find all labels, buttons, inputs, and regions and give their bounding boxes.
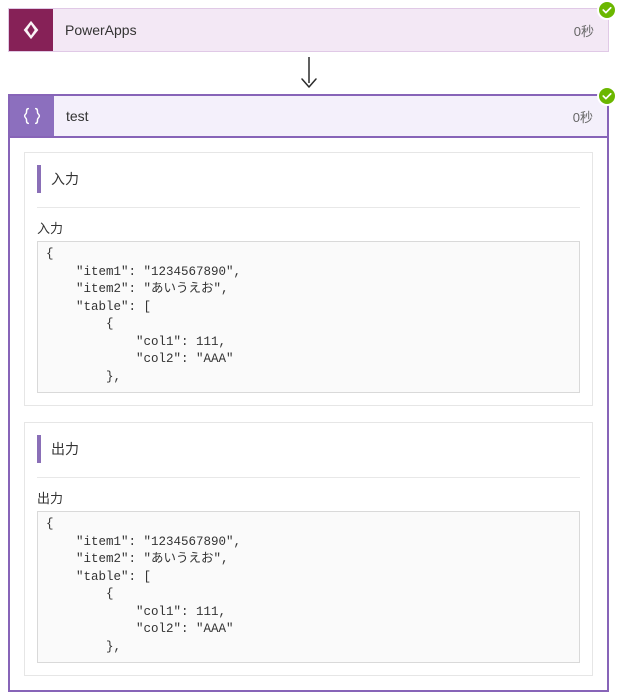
- outputs-label: 出力: [37, 488, 580, 507]
- arrow-down-icon: [297, 55, 321, 91]
- outputs-section: 出力 出力 { "item1": "1234567890", "item2": …: [24, 422, 593, 676]
- braces-icon: [21, 105, 43, 127]
- step-row: test 0秒: [8, 94, 609, 138]
- flow-step-powerapps[interactable]: PowerApps 0秒: [8, 8, 609, 52]
- divider: [37, 207, 580, 208]
- outputs-header: 出力: [37, 435, 580, 463]
- divider: [37, 477, 580, 478]
- diamond-icon: [20, 19, 42, 41]
- inputs-header: 入力: [37, 165, 580, 193]
- flow-step-test[interactable]: test 0秒 入力 入力 { "item1": "1234567890", "…: [8, 94, 609, 692]
- status-success-icon: [597, 86, 617, 106]
- inputs-body[interactable]: { "item1": "1234567890", "item2": "あいうえお…: [37, 241, 580, 393]
- compose-icon: [10, 96, 54, 136]
- outputs-body[interactable]: { "item1": "1234567890", "item2": "あいうえお…: [37, 511, 580, 663]
- step-row: PowerApps 0秒: [8, 8, 609, 52]
- inputs-label: 入力: [37, 218, 580, 237]
- status-success-icon: [597, 0, 617, 20]
- step-title: test: [54, 96, 559, 136]
- step-title: PowerApps: [53, 9, 560, 51]
- powerapps-icon: [9, 9, 53, 51]
- arrow-connector: [8, 52, 609, 94]
- inputs-section: 入力 入力 { "item1": "1234567890", "item2": …: [24, 152, 593, 406]
- step-detail-body: 入力 入力 { "item1": "1234567890", "item2": …: [8, 138, 609, 692]
